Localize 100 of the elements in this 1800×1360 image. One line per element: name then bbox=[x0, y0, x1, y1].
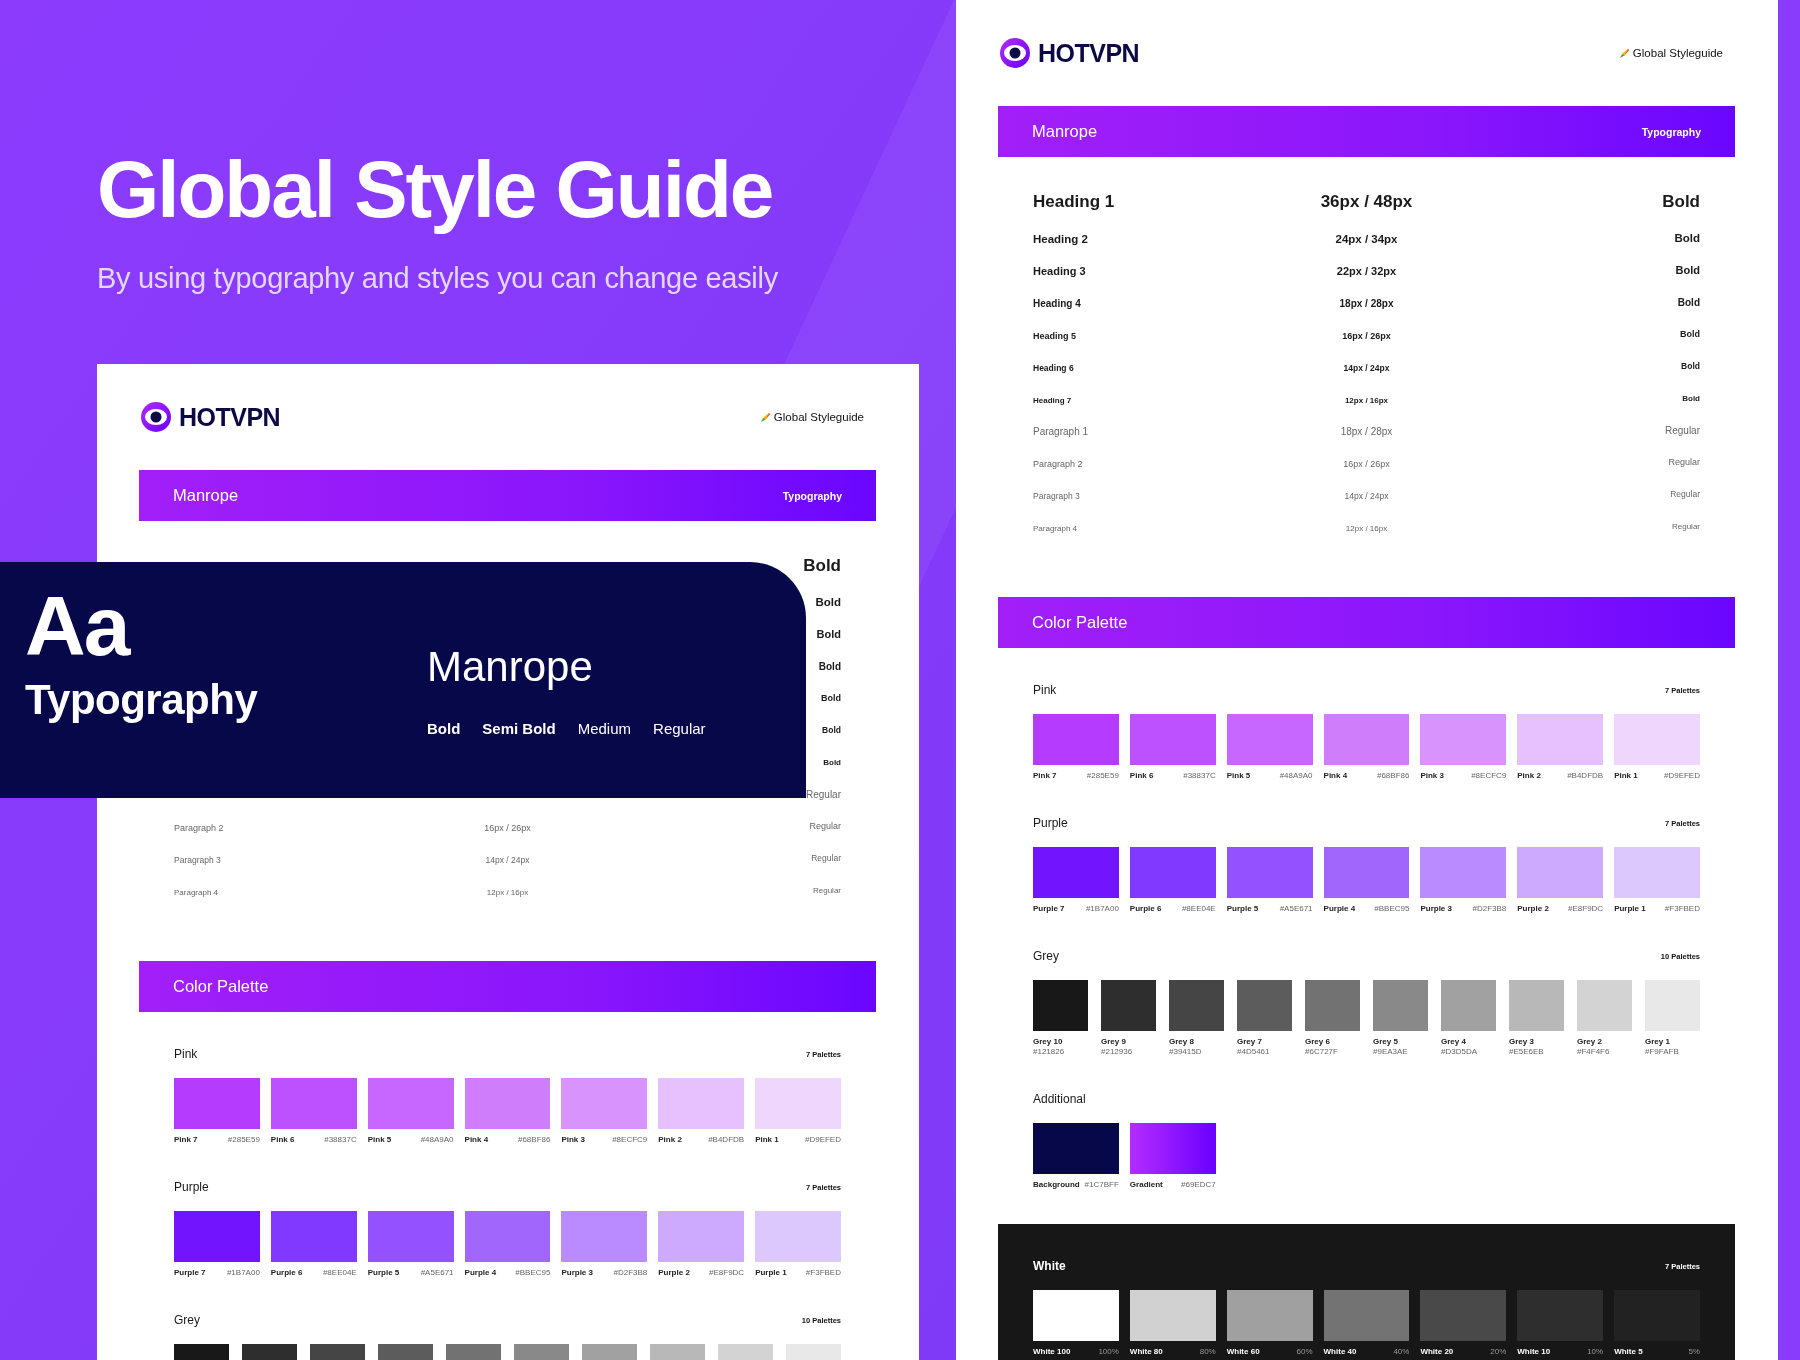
swatch-code: #8ECFC9 bbox=[1471, 771, 1507, 781]
swatch-code: #8ECFC9 bbox=[612, 1135, 648, 1145]
swatch-name: Pink 7 bbox=[174, 1135, 198, 1145]
style-weight: Regular bbox=[1670, 489, 1700, 499]
swatch-name: White 80 bbox=[1129, 1347, 1163, 1357]
swatch-name: White 5 bbox=[1614, 1347, 1643, 1357]
swatch-code: #F4F4F6 bbox=[1577, 1047, 1610, 1057]
swatch-code: #4D5461 bbox=[1237, 1047, 1270, 1057]
swatch-name: White 60 bbox=[1226, 1347, 1260, 1357]
section-title: Color Palette bbox=[1032, 613, 1128, 632]
swatch-code: #B4DFDB bbox=[708, 1135, 745, 1145]
style-weight: Bold bbox=[1677, 296, 1700, 308]
swatch-code: #E8F9DC bbox=[709, 1268, 745, 1278]
style-size: 24px / 34px bbox=[1335, 233, 1398, 245]
hero-title: Global Style Guide bbox=[97, 144, 774, 236]
swatch-name: Pink 6 bbox=[270, 1135, 295, 1145]
swatch-name: Purple 6 bbox=[270, 1268, 303, 1278]
style-name: Paragraph 4 bbox=[1033, 524, 1078, 533]
style-weight: Bold bbox=[822, 725, 841, 735]
swatch-code: 5% bbox=[1688, 1347, 1700, 1357]
section-title: Manrope bbox=[1032, 122, 1098, 141]
style-weight: Bold bbox=[803, 556, 841, 576]
style-weight: Regular bbox=[809, 821, 841, 831]
style-weight: Bold bbox=[816, 628, 841, 640]
palette-name: White bbox=[1033, 1259, 1066, 1273]
style-size: 16px / 26px bbox=[1342, 331, 1391, 341]
style-name: Heading 1 bbox=[1033, 192, 1115, 211]
swatch-name: Grey 10 bbox=[1033, 1037, 1063, 1047]
swatch-name: Pink 5 bbox=[1226, 771, 1251, 781]
swatch-code: #D9EFED bbox=[1663, 771, 1700, 781]
style-name: Paragraph 1 bbox=[1033, 426, 1089, 437]
style-size: 18px / 28px bbox=[1339, 298, 1394, 309]
swatch-name: Grey 7 bbox=[1237, 1037, 1262, 1047]
swatch-code: #8EE04E bbox=[1181, 904, 1216, 914]
style-name: Heading 2 bbox=[1033, 233, 1088, 245]
swatch-name: Purple 7 bbox=[174, 1268, 206, 1278]
swatch-code: #D2F3B8 bbox=[1472, 904, 1507, 914]
swatch-name: Pink 1 bbox=[1614, 771, 1638, 781]
font-weight-label: Regular bbox=[653, 720, 706, 737]
swatch-code: #A5E671 bbox=[1279, 904, 1313, 914]
swatch-name: Grey 6 bbox=[1305, 1037, 1330, 1047]
style-name: Paragraph 2 bbox=[174, 823, 224, 833]
swatch-name: Purple 1 bbox=[1614, 904, 1646, 914]
style-size: 16px / 26px bbox=[484, 823, 531, 833]
style-weight: Regular bbox=[805, 788, 841, 800]
swatch-code: 80% bbox=[1199, 1347, 1216, 1357]
swatch-name: Pink 3 bbox=[561, 1135, 585, 1145]
swatch-name: White 40 bbox=[1323, 1347, 1357, 1357]
swatch-name: Purple 2 bbox=[658, 1268, 690, 1278]
palette-name: Pink bbox=[174, 1047, 198, 1061]
swatch-name: Purple 5 bbox=[1226, 904, 1259, 914]
swatch-code: #38837C bbox=[324, 1135, 357, 1145]
swatch-code: #39415D bbox=[1169, 1047, 1202, 1057]
swatch-name: White 20 bbox=[1420, 1347, 1454, 1357]
style-size: 14px / 24px bbox=[1343, 363, 1390, 373]
swatch-code: #48A9A0 bbox=[1279, 771, 1313, 781]
style-weight: Bold bbox=[818, 660, 841, 672]
style-size: 12px / 16px bbox=[486, 888, 529, 897]
font-weight-label: Medium bbox=[577, 720, 632, 737]
font-weight-label: Semi Bold bbox=[482, 720, 556, 737]
brand-name: HOTVPN bbox=[1038, 38, 1140, 68]
swatch-code: #68BF86 bbox=[1376, 771, 1410, 781]
swatch-name: Purple 4 bbox=[1323, 904, 1356, 914]
swatch-name: Grey 1 bbox=[1645, 1037, 1670, 1047]
swatch-code: 10% bbox=[1587, 1347, 1604, 1357]
swatch-name: Pink 4 bbox=[464, 1135, 489, 1145]
swatch-name: White 100 bbox=[1033, 1347, 1071, 1357]
style-name: Heading 4 bbox=[1033, 298, 1081, 309]
swatch-name: Purple 1 bbox=[755, 1268, 787, 1278]
style-size: 22px / 32px bbox=[1336, 265, 1397, 277]
swatch-code: #D2F3B8 bbox=[613, 1268, 648, 1278]
swatch-code: #285E59 bbox=[1086, 771, 1119, 781]
style-weight: Bold bbox=[815, 596, 841, 608]
style-name: Heading 7 bbox=[1033, 396, 1072, 405]
swatch-name: Pink 3 bbox=[1420, 771, 1444, 781]
style-weight: Regular bbox=[1668, 457, 1700, 467]
swatch-code: #D3D5DA bbox=[1441, 1047, 1477, 1057]
style-weight: Bold bbox=[823, 757, 841, 767]
swatch-name: Pink 1 bbox=[755, 1135, 779, 1145]
style-weight: Regular bbox=[1672, 521, 1700, 531]
swatch-code: #1B7A00 bbox=[226, 1268, 260, 1278]
swatch-name: Purple 3 bbox=[561, 1268, 593, 1278]
style-weight: Regular bbox=[813, 885, 841, 895]
style-weight: Regular bbox=[811, 853, 841, 863]
swatch-code: 40% bbox=[1393, 1347, 1410, 1357]
style-size: 12px / 16px bbox=[1344, 396, 1389, 405]
section-tag: Typography bbox=[782, 489, 842, 502]
swatch-code: #6C727F bbox=[1305, 1047, 1338, 1057]
swatch-code: #BBEC95 bbox=[515, 1268, 551, 1278]
style-size: 16px / 26px bbox=[1343, 459, 1390, 469]
swatch-name: Pink 2 bbox=[658, 1135, 682, 1145]
style-name: Heading 5 bbox=[1033, 331, 1076, 341]
palette-name: Purple bbox=[1033, 816, 1068, 830]
style-name: Paragraph 2 bbox=[1033, 459, 1083, 469]
swatch-code: #8EE04E bbox=[322, 1268, 357, 1278]
swatch-name: Purple 6 bbox=[1129, 904, 1162, 914]
swatch-name: Grey 4 bbox=[1441, 1037, 1466, 1047]
swatch-code: #F3FBED bbox=[805, 1268, 841, 1278]
swatch-name: Pink 7 bbox=[1033, 771, 1057, 781]
swatch-code: #F3FBED bbox=[1664, 904, 1700, 914]
